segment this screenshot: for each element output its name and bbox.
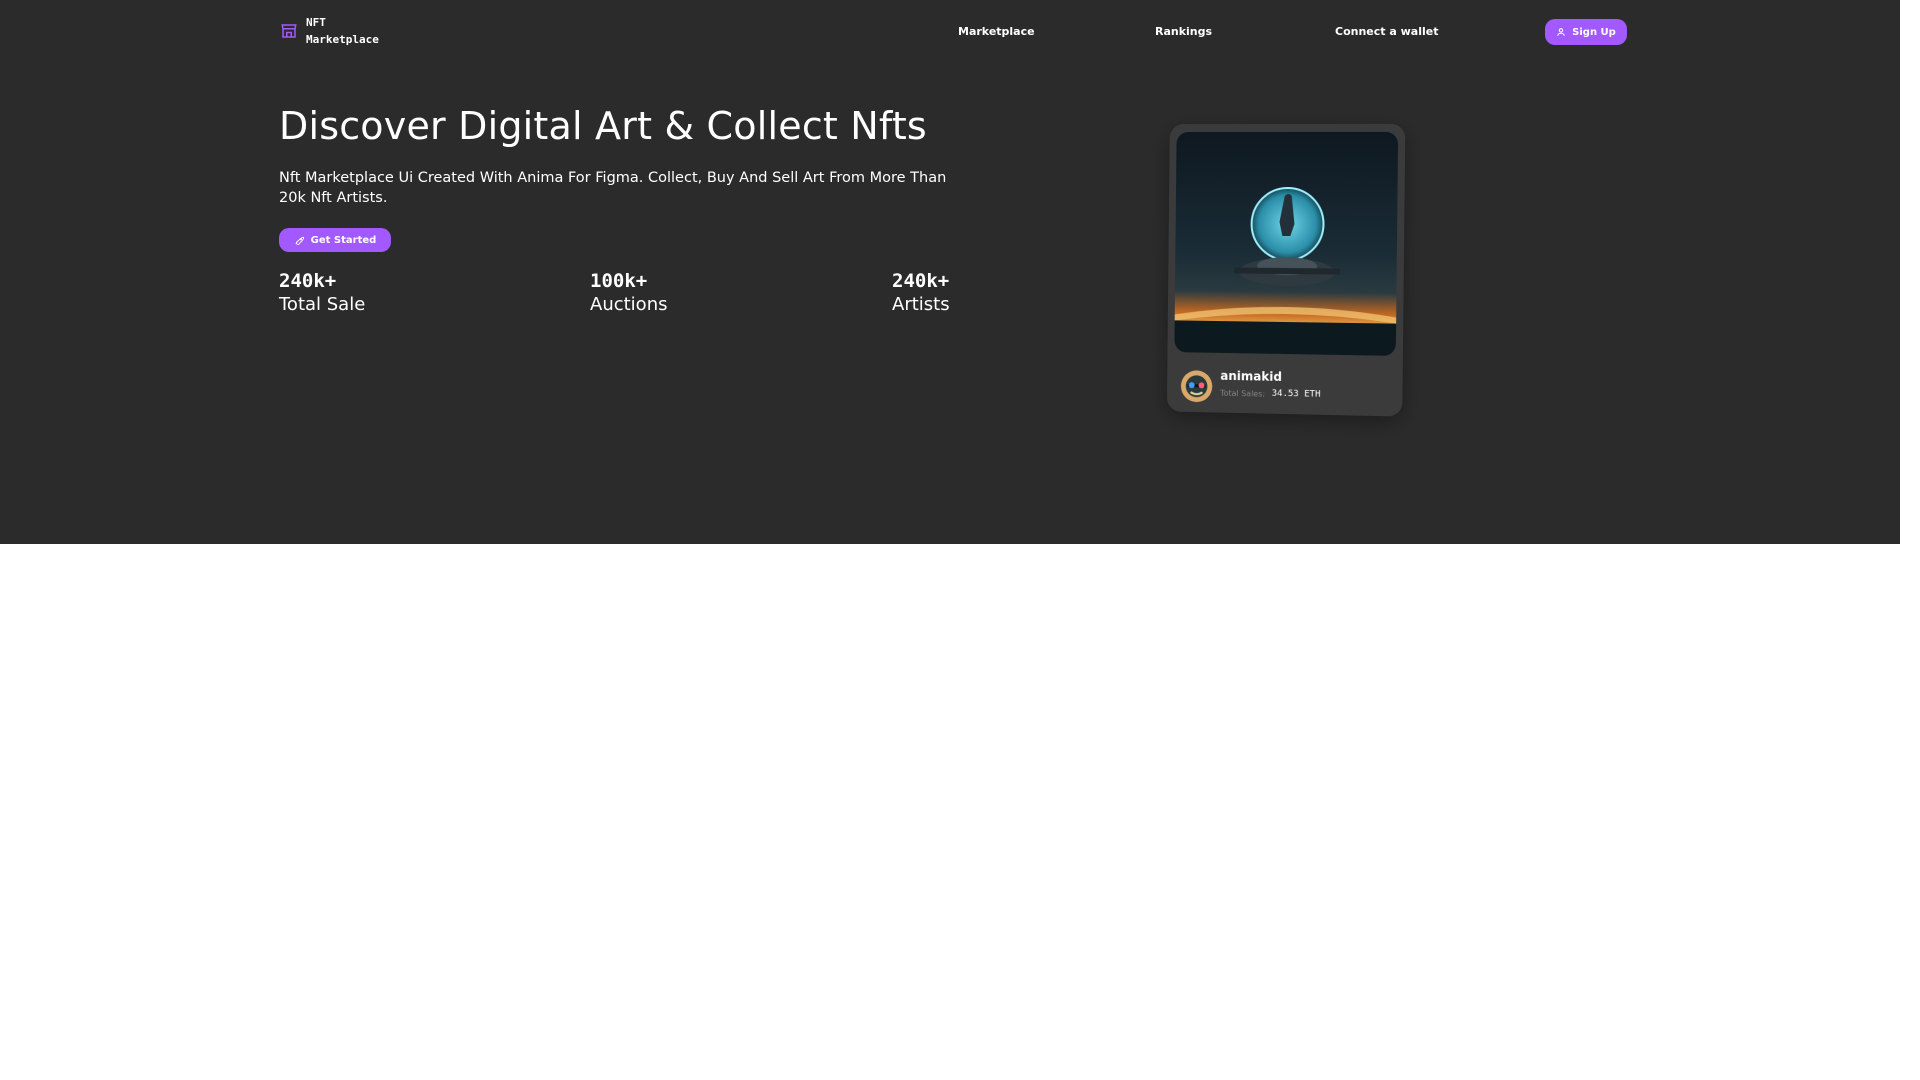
stat-label: Total Sale xyxy=(279,294,366,315)
nft-artwork-image[interactable] xyxy=(1174,131,1399,356)
sign-up-label: Sign Up xyxy=(1572,26,1616,38)
brand-logo[interactable]: NFT Marketplace xyxy=(280,14,379,48)
brand-name-line2: Marketplace xyxy=(306,33,379,46)
artist-name[interactable]: animakid xyxy=(1220,369,1282,384)
artist-avatar[interactable] xyxy=(1180,370,1213,403)
total-sales-value: 34.53 ETH xyxy=(1271,388,1321,400)
hero-section: NFT Marketplace Marketplace Rankings Con… xyxy=(0,0,1900,544)
rocket-icon xyxy=(295,236,304,245)
storefront-icon xyxy=(281,24,297,38)
nav-link-marketplace[interactable]: Marketplace xyxy=(958,25,1035,38)
sign-up-button[interactable]: Sign Up xyxy=(1545,19,1627,45)
stat-label: Artists xyxy=(892,294,950,315)
stat-label: Auctions xyxy=(590,294,668,315)
stat-artists: 240k+ Artists xyxy=(892,270,950,316)
total-sales-label: Total Sales: xyxy=(1220,388,1266,399)
hero-headline: Discover Digital Art & Collect Nfts xyxy=(279,104,927,148)
get-started-button[interactable]: Get Started xyxy=(279,228,391,252)
stat-auctions: 100k+ Auctions xyxy=(590,270,667,316)
stat-value: 240k+ xyxy=(892,270,950,292)
stat-total-sale: 240k+ Total Sale xyxy=(279,270,365,316)
nav-link-connect-wallet[interactable]: Connect a wallet xyxy=(1335,25,1438,38)
hero-subtext: Nft Marketplace Ui Created With Anima Fo… xyxy=(279,170,947,206)
brand-name-line1: NFT xyxy=(306,16,326,29)
featured-nft-card[interactable]: animakid Total Sales: 34.53 ETH xyxy=(1166,123,1406,417)
brand-name: NFT Marketplace xyxy=(306,14,379,48)
nav-link-rankings[interactable]: Rankings xyxy=(1155,25,1212,38)
stat-value: 240k+ xyxy=(279,270,337,292)
get-started-label: Get Started xyxy=(310,234,377,246)
user-icon xyxy=(1557,28,1565,36)
stat-value: 100k+ xyxy=(590,270,648,292)
